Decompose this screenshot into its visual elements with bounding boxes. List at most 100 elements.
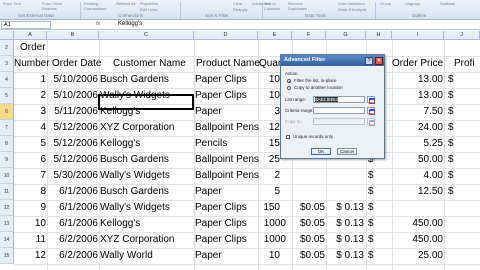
cell-order-price[interactable]: 450.00 xyxy=(392,232,443,248)
row-header-4[interactable]: 4 xyxy=(0,72,14,88)
cell-product-name[interactable]: Paper Clips xyxy=(195,88,247,104)
cell-number-header[interactable]: Number xyxy=(14,56,50,72)
cell-product-name[interactable]: Paper Clips xyxy=(195,216,247,232)
column-header-i[interactable]: I xyxy=(392,31,444,40)
row-header-15[interactable]: 15 xyxy=(0,248,14,264)
remove-duplicates-button[interactable]: Remove Duplicates xyxy=(288,1,314,11)
column-header-f[interactable]: F xyxy=(292,31,326,40)
cell-order-price[interactable]: 13.00 xyxy=(392,88,443,104)
ok-button[interactable]: OK xyxy=(311,148,331,155)
list-range-input[interactable]: $A$3:$I$63 xyxy=(313,96,365,103)
cell-profit-currency[interactable]: $ xyxy=(448,152,454,168)
cell-product-name[interactable]: Paper xyxy=(195,248,222,264)
cell-number[interactable]: 4 xyxy=(14,120,46,136)
cell-price-currency[interactable]: $ xyxy=(368,248,374,264)
column-header-a[interactable]: A xyxy=(14,31,47,40)
cell-order-date-header[interactable]: Order Date xyxy=(52,56,101,72)
row-header-10[interactable]: 10 xyxy=(0,168,14,184)
cell-order-date[interactable]: 5/11/2006 xyxy=(47,104,98,120)
cell-product-name[interactable]: Ballpoint Pens xyxy=(195,120,259,136)
ungroup-button[interactable]: Ungroup xyxy=(405,1,420,6)
cell-order-date[interactable]: 5/10/2006 xyxy=(47,88,99,104)
cell-product-name[interactable]: Paper xyxy=(195,104,222,120)
cell-customer-name[interactable]: Wally World xyxy=(100,248,153,264)
cell-unit-price[interactable]: $ 0.13 xyxy=(326,200,364,216)
row-header-14[interactable]: 14 xyxy=(0,232,14,248)
refresh-all-button[interactable]: Refresh All xyxy=(116,1,135,6)
column-header-b[interactable]: B xyxy=(47,31,99,40)
cell-order-price[interactable]: 25.00 xyxy=(392,248,443,264)
cell-profit-currency[interactable]: $ xyxy=(448,120,454,136)
cell-profit-header[interactable]: Profi xyxy=(454,56,475,72)
cell-order-date[interactable]: 6/2/2006 xyxy=(47,248,98,264)
cell-price-currency[interactable]: $ xyxy=(368,232,374,248)
cell-quantity[interactable]: 12 xyxy=(258,120,280,136)
cell-unit-price[interactable]: $ 0.13 xyxy=(326,232,364,248)
filter-in-place-label[interactable]: Filter the list, in-place xyxy=(294,78,337,83)
cell-quantity[interactable]: 10 xyxy=(258,88,280,104)
cell-customer-name[interactable]: XYZ Corporation xyxy=(100,120,174,136)
cell-order-date[interactable]: 5/10/2006 xyxy=(47,72,99,88)
unique-records-label[interactable]: Unique records only xyxy=(293,134,333,139)
what-if-analysis-button[interactable]: What-If Analysis xyxy=(338,7,367,12)
unique-records-checkbox[interactable] xyxy=(286,135,290,139)
cell-quantity[interactable]: 150 xyxy=(258,200,280,216)
cell-customer-name[interactable]: Busch Gardens xyxy=(100,72,169,88)
cell-order-date[interactable]: 5/12/2006 xyxy=(47,136,99,152)
fx-icon[interactable]: fx xyxy=(96,21,100,27)
cell-profit-currency[interactable]: $ xyxy=(448,104,454,120)
cell-quantity[interactable]: 10 xyxy=(258,248,280,264)
cell-number[interactable]: 7 xyxy=(14,168,46,184)
cell-unit-price[interactable]: $ 0.13 xyxy=(326,216,364,232)
cell-number[interactable]: 3 xyxy=(14,104,46,120)
cell-quantity[interactable]: 25 xyxy=(258,152,280,168)
edit-links-button[interactable]: Edit Links xyxy=(140,7,157,12)
cell-order-price[interactable]: 5.25 xyxy=(392,136,443,152)
row-header-12[interactable]: 12 xyxy=(0,200,14,216)
column-header-g[interactable]: G xyxy=(326,31,366,40)
column-header-j[interactable]: J xyxy=(444,31,480,40)
cell-order-date[interactable]: 5/30/2006 xyxy=(47,168,99,184)
cell-order-date[interactable]: 5/12/2006 xyxy=(47,152,99,168)
criteria-range-input[interactable] xyxy=(313,107,365,114)
cell-number[interactable]: 11 xyxy=(14,232,46,248)
group-button[interactable]: Group xyxy=(380,1,391,6)
formula-input[interactable]: Kellogg's xyxy=(118,21,142,28)
cell-quantity[interactable]: 3 xyxy=(258,104,280,120)
cell-quantity[interactable]: 2 xyxy=(258,168,280,184)
row-header-9[interactable]: 9 xyxy=(0,152,14,168)
cell-number[interactable]: 5 xyxy=(14,136,46,152)
list-range-collapse-icon[interactable] xyxy=(367,96,375,104)
cell-order-date[interactable]: 5/12/2006 xyxy=(47,120,99,136)
row-header-6[interactable]: 6 xyxy=(0,104,14,120)
text-to-columns-button[interactable]: Text to Columns xyxy=(264,1,282,11)
from-other-sources-button[interactable]: From Other Sources xyxy=(42,1,72,11)
cell-product-name[interactable]: Pencils xyxy=(195,136,227,152)
cell-order-price[interactable]: 50.00 xyxy=(392,152,443,168)
column-header-e[interactable]: E xyxy=(258,31,292,40)
cell-product-name[interactable]: Paper Clips xyxy=(195,232,247,248)
cell-price-currency[interactable]: $ xyxy=(368,184,374,200)
cell-number[interactable]: 12 xyxy=(14,248,46,264)
cell-number[interactable]: 6 xyxy=(14,152,46,168)
cell-unit-cost[interactable]: $0.05 xyxy=(292,248,325,264)
cell-profit-currency[interactable]: $ xyxy=(448,184,454,200)
column-header-h[interactable]: H xyxy=(366,31,392,40)
copy-to-input[interactable] xyxy=(313,118,365,125)
cell-product-name[interactable]: Paper Clips xyxy=(195,200,247,216)
filter-in-place-radio[interactable] xyxy=(287,79,291,83)
cell-profit-currency[interactable]: $ xyxy=(448,88,454,104)
name-box[interactable]: A1 xyxy=(1,21,51,29)
reapply-button[interactable]: Reapply xyxy=(233,7,248,12)
from-text-button[interactable]: From Text xyxy=(3,1,21,6)
copy-to-collapse-icon[interactable] xyxy=(367,118,375,126)
cell-order-price[interactable]: 12.50 xyxy=(392,184,443,200)
copy-to-location-label[interactable]: Copy to another location xyxy=(294,85,343,90)
cell-customer-name-header[interactable]: Customer Name xyxy=(113,56,186,72)
properties-button[interactable]: Properties xyxy=(140,1,158,6)
row-header-8[interactable]: 8 xyxy=(0,136,14,152)
cell-customer-name[interactable]: Busch Gardens xyxy=(100,184,169,200)
row-header-11[interactable]: 11 xyxy=(0,184,14,200)
cell-customer-name[interactable]: Kellogg's xyxy=(100,136,140,152)
cell-product-name-header[interactable]: Product Name xyxy=(196,56,260,72)
